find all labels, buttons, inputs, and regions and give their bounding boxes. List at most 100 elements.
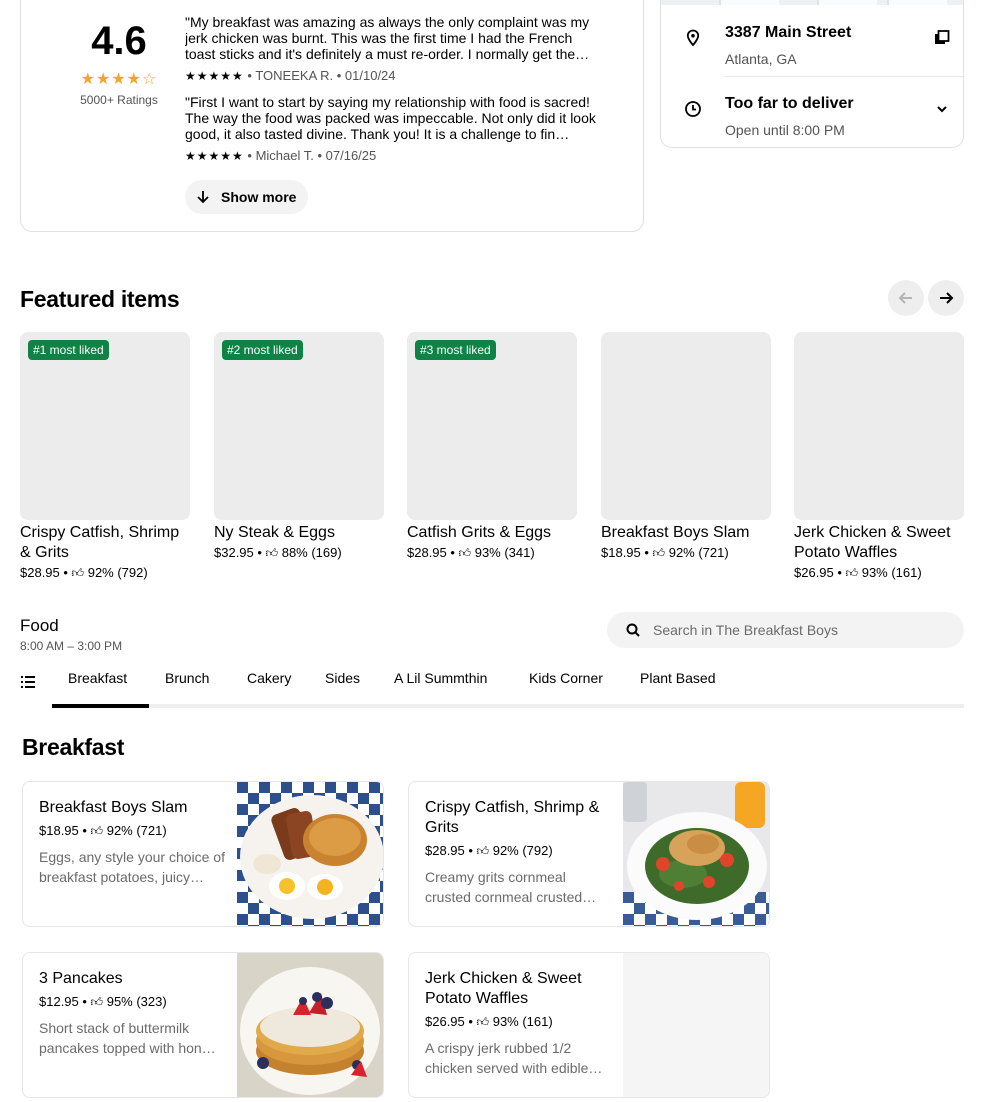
show-more-button[interactable]: Show more — [185, 180, 309, 214]
menu-item-name: 3 Pancakes — [39, 970, 123, 987]
menu-item-price: $28.95 — [425, 843, 465, 858]
featured-item-image: #2 most liked — [214, 332, 384, 520]
menu-item-name: Crispy Catfish, Shrimp & Grits — [425, 799, 600, 836]
tab-sides[interactable]: Sides — [325, 670, 360, 686]
featured-item-meta: $32.95 • 👍︎ 88% (169) — [214, 545, 342, 560]
thumbs-up-icon: 👍︎ — [71, 566, 85, 580]
menu-item-image — [237, 953, 383, 1097]
menu-item-meta: $28.95 • 👍︎ 92% (792) — [425, 843, 553, 858]
menu-search[interactable] — [607, 612, 964, 648]
menu-item-meta: $12.95 • 👍︎ 95% (323) — [39, 994, 167, 1009]
featured-title: Featured items — [20, 286, 180, 312]
menu-item-description: Short stack of buttermilk pancakes toppe… — [39, 1020, 216, 1056]
menu-item-description: Eggs, any style your choice of breakfast… — [39, 849, 225, 885]
featured-item-name: Jerk Chicken & Sweet Potato Waffles — [794, 524, 951, 561]
review-item: "My breakfast was amazing as always the … — [185, 14, 605, 83]
arrow-right-icon — [940, 292, 954, 304]
featured-item-image: #3 most liked — [407, 332, 577, 520]
featured-item-price: $28.95 — [407, 545, 447, 560]
store-address: 3387 Main Street — [725, 24, 852, 41]
list-icon[interactable] — [20, 674, 36, 690]
featured-item-name: Breakfast Boys Slam — [601, 524, 750, 541]
thumbs-up-icon: 👍︎ — [476, 1015, 490, 1029]
rating-stars: ★★★★☆ — [80, 71, 158, 88]
menu-item-card[interactable]: Crispy Catfish, Shrimp & Grits $28.95 • … — [408, 781, 770, 927]
store-hours: Open until 8:00 PM — [725, 122, 845, 138]
featured-item-image — [601, 332, 771, 520]
menu-item-rating: 95% (323) — [106, 994, 167, 1009]
tab-cakery[interactable]: Cakery — [247, 670, 291, 686]
tab-brunch[interactable]: Brunch — [165, 670, 209, 686]
featured-item[interactable]: #2 most liked Ny Steak & Eggs $32.95 • 👍… — [214, 332, 384, 561]
section-title: Breakfast — [22, 734, 125, 760]
menu-item-rating: 92% (721) — [106, 823, 167, 838]
thumbs-up-icon: 👍︎ — [476, 844, 490, 858]
carousel-prev-button[interactable] — [888, 280, 924, 316]
rating-score: 4.6 — [91, 19, 147, 63]
featured-item-rating: 93% (341) — [474, 545, 535, 560]
featured-item-image: #1 most liked — [20, 332, 190, 520]
featured-item-rating: 93% (161) — [861, 565, 922, 580]
review-author: • Michael T. • 07/16/25 — [247, 148, 377, 163]
review-author: • TONEEKA R. • 01/10/24 — [247, 68, 396, 83]
delivery-status: Too far to deliver — [725, 95, 854, 112]
map-preview[interactable] — [661, 0, 963, 5]
thumbs-up-icon: 👍︎ — [652, 546, 666, 560]
address-row[interactable]: 3387 Main Street Atlanta, GA — [661, 7, 963, 77]
featured-item-rating: 92% (721) — [668, 545, 729, 560]
menu-item-meta: $26.95 • 👍︎ 93% (161) — [425, 1014, 553, 1029]
carousel-next-button[interactable] — [928, 280, 964, 316]
arrow-down-icon — [197, 191, 209, 204]
featured-item-meta: $28.95 • 👍︎ 93% (341) — [407, 545, 535, 560]
thumbs-up-icon: 👍︎ — [458, 546, 472, 560]
menu-item-card[interactable]: 3 Pancakes $12.95 • 👍︎ 95% (323) Short s… — [22, 952, 384, 1098]
delivery-row[interactable]: Too far to deliver Open until 8:00 PM — [661, 78, 963, 147]
menu-item-meta: $18.95 • 👍︎ 92% (721) — [39, 823, 167, 838]
menu-item-card[interactable]: Jerk Chicken & Sweet Potato Waffles $26.… — [408, 952, 770, 1098]
review-meta: ★★★★★ • Michael T. • 07/16/25 — [185, 148, 605, 163]
thumbs-up-icon: 👍︎ — [265, 546, 279, 560]
featured-item-price: $26.95 — [794, 565, 834, 580]
review-stars: ★★★★★ — [185, 69, 244, 83]
tab-breakfast[interactable]: Breakfast — [68, 670, 127, 686]
menu-item-price: $12.95 — [39, 994, 79, 1009]
search-icon — [626, 623, 640, 637]
featured-item-meta: $28.95 • 👍︎ 92% (792) — [20, 565, 148, 580]
menu-item-card[interactable]: Breakfast Boys Slam $18.95 • 👍︎ 92% (721… — [22, 781, 384, 927]
featured-item[interactable]: #1 most liked Crispy Catfish, Shrimp & G… — [20, 332, 190, 581]
menu-item-price: $18.95 — [39, 823, 79, 838]
featured-item[interactable]: Jerk Chicken & Sweet Potato Waffles $26.… — [794, 332, 964, 581]
tab-a-lil-summthin[interactable]: A Lil Summthin — [394, 670, 487, 686]
clock-icon — [685, 101, 701, 117]
menu-item-description: A crispy jerk rubbed 1/2 chicken served … — [425, 1040, 603, 1076]
chevron-down-icon[interactable] — [933, 100, 951, 118]
review-stars: ★★★★★ — [185, 149, 244, 163]
divider — [725, 76, 963, 77]
featured-item[interactable]: #3 most liked Catfish Grits & Eggs $28.9… — [407, 332, 577, 561]
most-liked-badge: #1 most liked — [28, 340, 109, 360]
featured-item-rating: 88% (169) — [281, 545, 342, 560]
most-liked-badge: #2 most liked — [222, 340, 303, 360]
active-tab-indicator — [52, 704, 149, 708]
show-more-label: Show more — [221, 189, 297, 205]
featured-item-image — [794, 332, 964, 520]
featured-item-name: Crispy Catfish, Shrimp & Grits — [20, 524, 180, 561]
ratings-card: 4.6 ★★★★☆ 5000+ Ratings "My breakfast wa… — [20, 0, 644, 232]
store-city: Atlanta, GA — [725, 51, 797, 67]
rating-count: 5000+ Ratings — [80, 93, 158, 107]
review-text: "My breakfast was amazing as always the … — [185, 14, 590, 62]
featured-item-name: Ny Steak & Eggs — [214, 524, 335, 541]
menu-item-description: Creamy grits cornmeal crusted cornmeal c… — [425, 869, 597, 905]
menu-hours: 8:00 AM – 3:00 PM — [20, 639, 123, 653]
tab-plant-based[interactable]: Plant Based — [640, 670, 716, 686]
copy-icon[interactable] — [933, 29, 951, 47]
search-input[interactable] — [653, 612, 953, 648]
thumbs-up-icon: 👍︎ — [90, 824, 104, 838]
menu-item-name: Jerk Chicken & Sweet Potato Waffles — [425, 970, 582, 1007]
featured-item[interactable]: Breakfast Boys Slam $18.95 • 👍︎ 92% (721… — [601, 332, 771, 561]
tab-kids-corner[interactable]: Kids Corner — [529, 670, 603, 686]
menu-item-image — [623, 953, 769, 1097]
tabs-track — [52, 704, 964, 708]
menu-item-name: Breakfast Boys Slam — [39, 799, 188, 816]
store-info-card: 3387 Main Street Atlanta, GA Too far to … — [660, 0, 964, 148]
